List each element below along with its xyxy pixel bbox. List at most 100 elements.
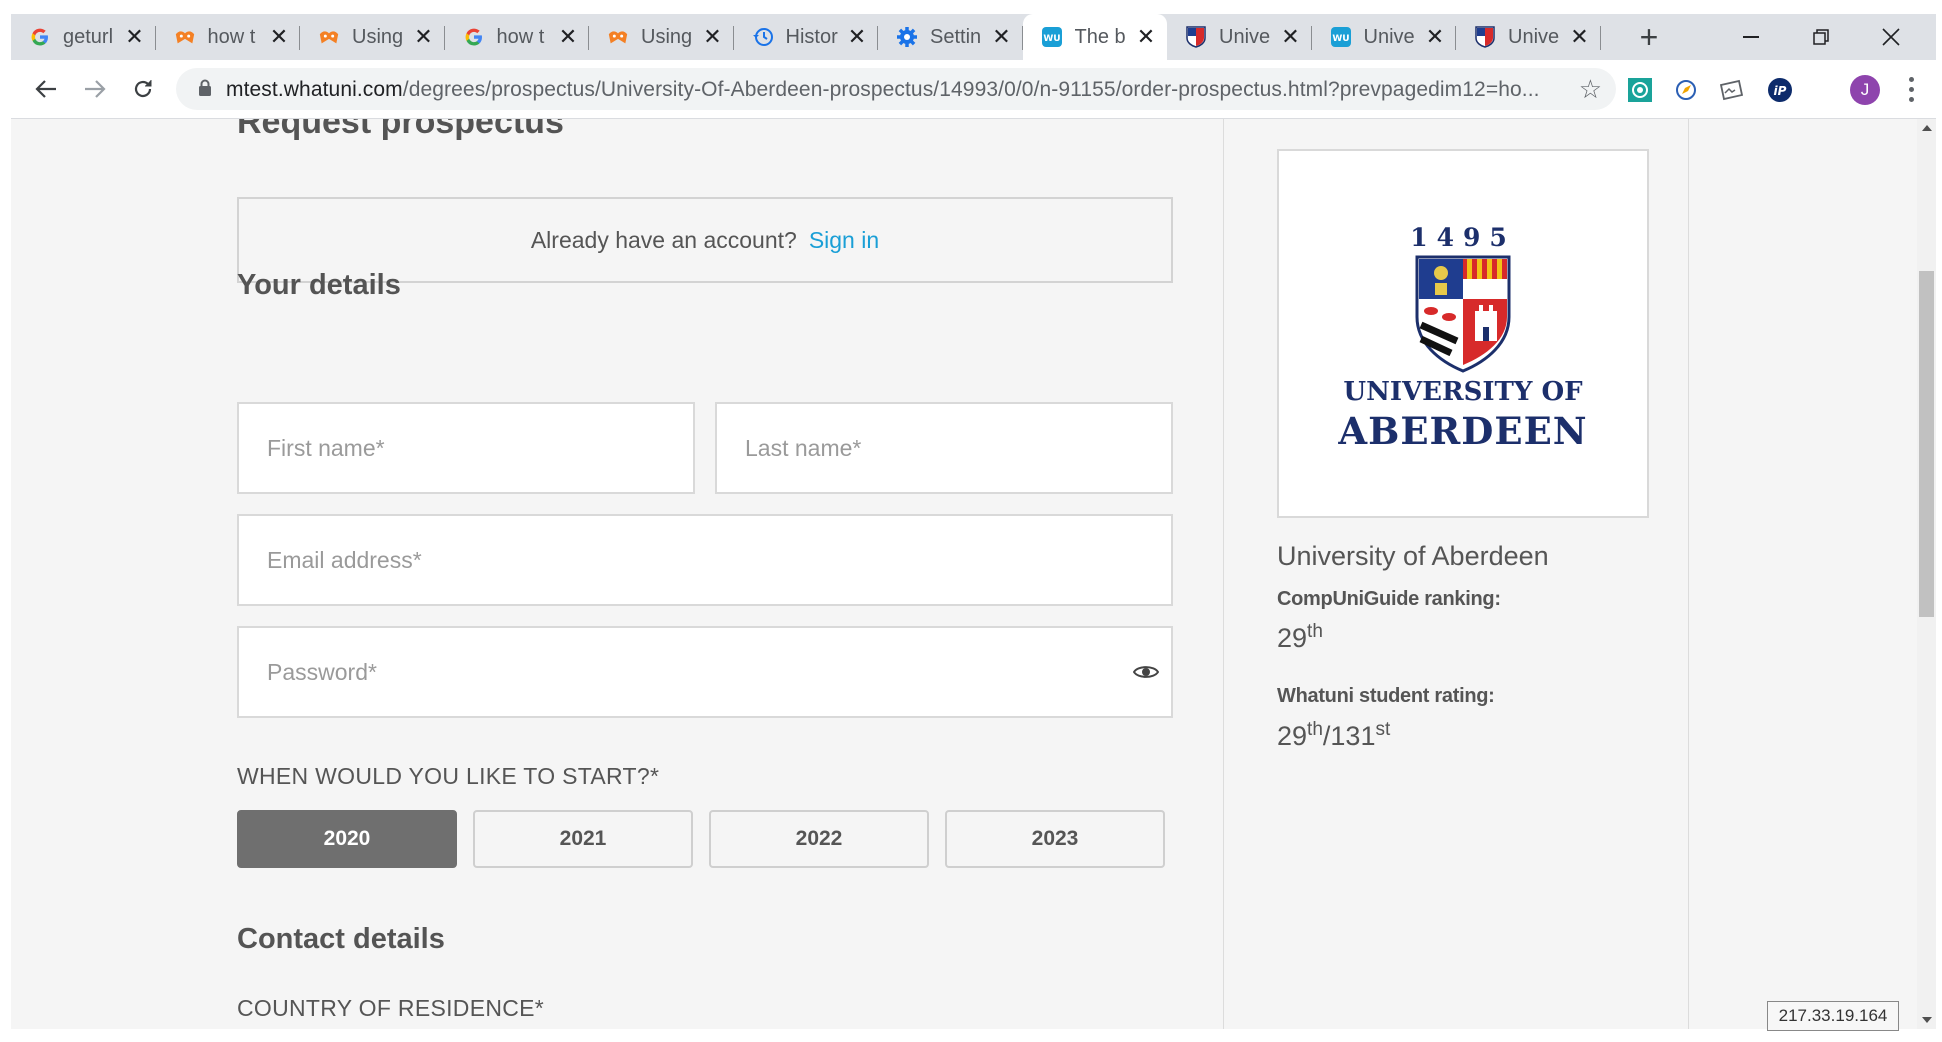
tab-title: Unive — [1219, 25, 1271, 48]
contact-details-title: Contact details — [237, 923, 445, 955]
show-password-eye-icon[interactable] — [1133, 664, 1159, 680]
first-name-input[interactable] — [239, 404, 693, 492]
tab-title: Settin — [930, 25, 982, 48]
tab-close-icon[interactable]: ✕ — [1569, 24, 1591, 50]
prospectus-form-column: Request prospectus Already have an accou… — [11, 119, 1223, 1029]
university-sidebar: 1495 UNIVERSITY OF ABERDEEN University o… — [1224, 119, 1688, 1029]
svg-text:iP: iP — [1774, 84, 1787, 98]
page-scrollbar[interactable] — [1917, 119, 1936, 1029]
tab-close-icon[interactable]: ✕ — [413, 24, 435, 50]
svg-text:WU: WU — [1043, 34, 1060, 44]
reload-icon — [134, 80, 152, 98]
bookmark-star-icon[interactable]: ☆ — [1579, 74, 1602, 105]
year-option-2021[interactable]: 2021 — [473, 810, 693, 868]
compuniguide-ranking-value: 29th — [1277, 621, 1323, 654]
close-window-button[interactable] — [1856, 14, 1926, 60]
extension-teal-icon[interactable] — [1627, 77, 1653, 103]
restore-icon — [1813, 29, 1829, 45]
year-option-2022[interactable]: 2022 — [709, 810, 929, 868]
logo-text-line1: UNIVERSITY OF — [1343, 377, 1583, 407]
new-tab-button[interactable]: + — [1629, 14, 1669, 60]
tab-close-icon[interactable]: ✕ — [557, 24, 579, 50]
whatuni-rank-number: 29 — [1277, 721, 1308, 751]
browser-menu-icon[interactable] — [1901, 74, 1921, 104]
logo-text-line2: ABERDEEN — [1338, 409, 1588, 453]
forward-arrow-icon — [85, 80, 106, 98]
back-arrow-icon — [35, 80, 56, 98]
extension-screenshot-icon[interactable] — [1718, 77, 1744, 103]
url-host: mtest.whatuni.com — [226, 78, 403, 101]
year-option-2023[interactable]: 2023 — [945, 810, 1165, 868]
tab-title: Unive — [1508, 25, 1560, 48]
country-of-residence-label: COUNTRY OF RESIDENCE* — [237, 995, 545, 1021]
whatuni-rating-value: 29th/131st — [1277, 719, 1390, 752]
university-crest-logo — [1415, 255, 1511, 373]
profile-avatar[interactable]: J — [1850, 75, 1880, 105]
page-title: Request prospectus — [237, 119, 564, 141]
browser-tab[interactable]: Unive ✕ — [1456, 14, 1601, 60]
stackexchange-icon — [607, 26, 629, 48]
year-option-2020[interactable]: 2020 — [237, 810, 457, 868]
tab-close-icon[interactable]: ✕ — [268, 24, 290, 50]
start-year-question: WHEN WOULD YOU LIKE TO START?* — [237, 763, 660, 789]
tab-close-icon[interactable]: ✕ — [124, 24, 146, 50]
whatuni-icon: WU — [1330, 26, 1352, 48]
whatuni-rank-total: /131 — [1322, 721, 1376, 751]
whatuni-total-suffix: st — [1375, 719, 1391, 740]
password-input[interactable] — [239, 628, 1171, 716]
scroll-down-arrow-icon[interactable] — [1922, 1017, 1932, 1023]
browser-tab[interactable]: Settin ✕ — [878, 14, 1023, 60]
tab-close-icon[interactable]: ✕ — [1135, 24, 1157, 50]
browser-tab[interactable]: Using ✕ — [300, 14, 445, 60]
signin-prompt-text: Already have an account? — [530, 226, 797, 253]
last-name-input[interactable] — [717, 404, 1171, 492]
university-crest-icon — [1474, 26, 1496, 48]
tab-title: Using — [641, 25, 693, 48]
scrollbar-thumb[interactable] — [1919, 271, 1934, 617]
whatuni-rating-label: Whatuni student rating: — [1277, 685, 1495, 707]
extension-compass-icon[interactable] — [1673, 77, 1699, 103]
tab-close-icon[interactable]: ✕ — [702, 24, 724, 50]
tab-strip: geturl ✕ how t ✕ Using ✕ how t ✕ Using ✕ Histor ✕ Se… — [11, 14, 1936, 60]
browser-tab[interactable]: WU The b ✕ — [1022, 14, 1167, 60]
tab-title: The b — [1074, 25, 1126, 48]
tab-title: geturl — [63, 25, 114, 48]
tab-close-icon[interactable]: ✕ — [846, 24, 868, 50]
forward-button[interactable] — [78, 72, 112, 106]
minimize-button[interactable] — [1716, 14, 1786, 60]
compuniguide-ranking-label: CompUniGuide ranking: — [1277, 588, 1501, 610]
reload-button[interactable] — [126, 72, 160, 106]
browser-tab[interactable]: how t ✕ — [156, 14, 300, 60]
extension-ip-icon[interactable]: iP — [1767, 77, 1793, 103]
restore-button[interactable] — [1786, 14, 1856, 60]
address-bar[interactable]: mtest.whatuni.com/degrees/prospectus/Uni… — [176, 68, 1616, 110]
tab-title: Histor — [785, 25, 838, 48]
browser-tab[interactable]: WU Unive ✕ — [1312, 14, 1456, 60]
tab-close-icon[interactable]: ✕ — [1280, 24, 1302, 50]
tab-separator — [1599, 26, 1601, 50]
svg-text:WU: WU — [1332, 34, 1349, 44]
url-text: mtest.whatuni.com/degrees/prospectus/Uni… — [226, 78, 1540, 102]
email-field — [237, 514, 1173, 606]
ip-address-badge: 217.33.19.164 — [1767, 1001, 1899, 1031]
scroll-up-arrow-icon[interactable] — [1922, 125, 1932, 131]
email-input[interactable] — [239, 516, 1171, 604]
minimize-icon — [1743, 36, 1759, 38]
tab-close-icon[interactable]: ✕ — [991, 24, 1013, 50]
browser-tab[interactable]: Using ✕ — [589, 14, 734, 60]
whatuni-rank-suffix: th — [1307, 719, 1323, 740]
compuniguide-rank-suffix: th — [1307, 621, 1323, 642]
tab-title: how t — [496, 25, 545, 48]
close-icon — [1882, 28, 1900, 46]
tab-close-icon[interactable]: ✕ — [1424, 24, 1446, 50]
browser-tab[interactable]: Unive ✕ — [1167, 14, 1312, 60]
stackexchange-icon — [318, 26, 340, 48]
settings-gear-icon — [896, 26, 918, 48]
back-button[interactable] — [29, 72, 63, 106]
browser-tab[interactable]: geturl ✕ — [11, 14, 156, 60]
university-name: University of Aberdeen — [1277, 541, 1549, 571]
browser-tab[interactable]: how t ✕ — [445, 14, 589, 60]
browser-tab[interactable]: Histor ✕ — [734, 14, 878, 60]
signin-link[interactable]: Sign in — [809, 227, 879, 254]
tab-title: Unive — [1363, 25, 1415, 48]
